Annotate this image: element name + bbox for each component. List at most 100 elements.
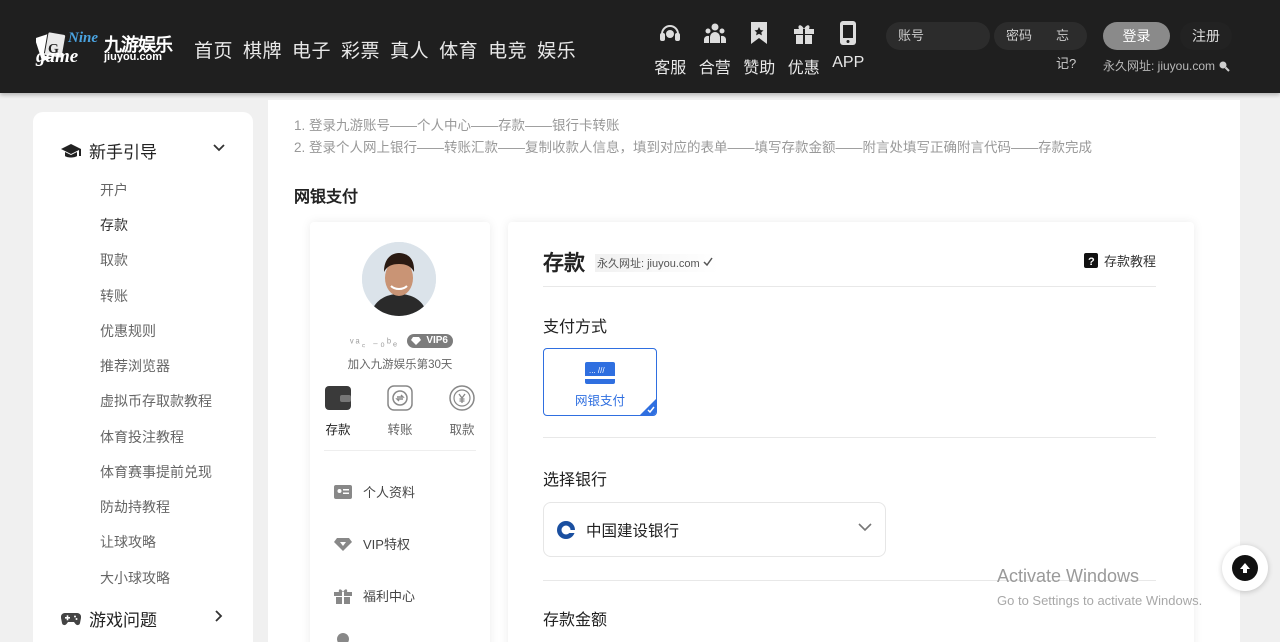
arrow-up-icon (1232, 555, 1258, 581)
bookmark-icon (746, 20, 772, 46)
deposit-amount-label: 存款金额 (543, 612, 608, 629)
gamepad-icon (61, 612, 81, 625)
forgot-password-link[interactable]: 忘记? (1056, 22, 1076, 78)
section-newbie-guide-label: 新手引导 (89, 143, 157, 162)
action-transfer-label: 转账 (387, 423, 413, 437)
account-input[interactable]: 账号 (886, 22, 990, 50)
action-withdraw[interactable]: 取款 (442, 385, 482, 438)
menu-vip-label: VIP特权 (363, 537, 410, 552)
profile-divider (324, 450, 476, 451)
gift-icon (334, 588, 352, 604)
payment-option-netbank[interactable]: ... /// 网银支付 (543, 348, 657, 416)
sidebar-item-sports-betting[interactable]: 体育投注教程 (100, 427, 184, 447)
phone-icon (835, 20, 861, 46)
quick-app[interactable]: APP (826, 20, 871, 78)
quick-sponsor[interactable]: 赞助 (737, 20, 782, 78)
nav-chess[interactable]: 棋牌 (243, 36, 282, 63)
sidebar-item-cash-out[interactable]: 体育赛事提前兑现 (100, 462, 212, 482)
section-game-issues[interactable]: 游戏问题 (61, 606, 223, 631)
action-deposit[interactable]: 存款 (318, 385, 358, 438)
menu-personal-info-label: 个人资料 (363, 485, 416, 500)
section-game-issues-label: 游戏问题 (89, 611, 157, 630)
step-2: 2. 登录个人网上银行——转账汇款——复制收款人信息，填到对应的表单——填写存款… (294, 140, 1093, 155)
username: ᵛᵃ꜀ ₋₀ᵇₑ (350, 337, 400, 349)
bank-select[interactable]: 中国建设银行 (543, 502, 886, 557)
menu-personal-info[interactable]: 个人资料 (334, 482, 415, 501)
sidebar-item-promo-rules[interactable]: 优惠规则 (100, 321, 156, 341)
action-withdraw-label: 取款 (449, 423, 475, 437)
sidebar-item-deposit[interactable]: 存款 (100, 215, 128, 235)
logo-nine: Nine (68, 30, 98, 46)
yen-icon (449, 385, 475, 411)
diamond-icon (334, 537, 352, 551)
user-avatar (362, 242, 436, 316)
nav-slots[interactable]: 电子 (292, 36, 331, 63)
section-newbie-guide[interactable]: 新手引导 (61, 138, 225, 163)
sidebar-item-transfer[interactable]: 转账 (100, 286, 128, 306)
ccb-logo-icon (557, 520, 575, 539)
deposit-tutorial-link[interactable]: ? 存款教程 (1084, 251, 1156, 270)
payment-method-label: 支付方式 (543, 319, 608, 336)
action-transfer[interactable]: 转账 (380, 385, 420, 438)
content-panel: 1. 登录九游账号——个人中心——存款——银行卡转账 2. 登录个人网上银行——… (268, 100, 1240, 642)
nav-lottery[interactable]: 彩票 (341, 36, 380, 63)
selected-check-icon (647, 406, 655, 414)
login-button[interactable]: 登录 (1103, 22, 1170, 50)
divider-1 (543, 286, 1156, 287)
menu-vip[interactable]: VIP特权 (334, 534, 410, 553)
sidebar-item-open-account[interactable]: 开户 (100, 180, 128, 200)
join-days: 加入九游娱乐第30天 (347, 359, 453, 371)
site-logo[interactable]: G Nine game 九游娱乐 jiuyou.com (36, 27, 173, 69)
wallet-icon (325, 385, 351, 411)
windows-activation-watermark: Activate Windows Go to Settings to activ… (997, 566, 1202, 608)
quick-support[interactable]: 客服 (648, 20, 693, 78)
divider-2 (543, 437, 1156, 438)
nav-entertainment[interactable]: 娱乐 (537, 36, 576, 63)
register-button[interactable]: 注册 (1180, 22, 1232, 50)
checkmark-icon (703, 257, 713, 267)
top-header: G Nine game 九游娱乐 jiuyou.com 首页 棋牌 电子 彩票 … (0, 0, 1280, 93)
sidebar-item-crypto-guide[interactable]: 虚拟币存取款教程 (100, 391, 212, 411)
sidebar-item-browser[interactable]: 推荐浏览器 (100, 356, 170, 376)
logo-domain: jiuyou.com (104, 51, 163, 63)
back-to-top-button[interactable] (1222, 545, 1268, 591)
search-icon (1219, 61, 1230, 72)
bank-card-icon: ... /// (585, 362, 615, 384)
more-icon (337, 633, 349, 642)
nav-home[interactable]: 首页 (194, 36, 233, 63)
menu-welfare[interactable]: 福利中心 (334, 586, 415, 605)
nav-sports[interactable]: 体育 (439, 36, 478, 63)
transfer-icon (387, 385, 413, 411)
selected-bank-name: 中国建设银行 (586, 522, 680, 540)
main-nav: 首页 棋牌 电子 彩票 真人 体育 电竞 娱乐 (194, 36, 576, 63)
headset-icon (657, 20, 683, 46)
quick-sponsor-label: 赞助 (743, 60, 776, 77)
quick-promo[interactable]: 优惠 (782, 20, 827, 78)
deposit-perm-url: 永久网址: jiuyou.com (595, 254, 719, 272)
quick-partner-label: 合营 (698, 60, 731, 77)
vip-badge: VIP6 (407, 334, 453, 348)
deposit-perm-url-text: 永久网址: jiuyou.com (597, 258, 700, 270)
deposit-tutorial-label: 存款教程 (1104, 254, 1157, 269)
activation-title: Activate Windows (997, 566, 1140, 586)
svg-text:... ///: ... /// (589, 366, 605, 375)
menu-more[interactable] (334, 632, 352, 642)
vip-level: VIP6 (426, 335, 448, 346)
permanent-url-text: 永久网址: jiuyou.com (1103, 59, 1216, 73)
permanent-url: 永久网址: jiuyou.com (1103, 57, 1230, 74)
vip-diamond-icon (411, 337, 421, 345)
menu-welfare-label: 福利中心 (363, 589, 416, 604)
sidebar-item-over-under[interactable]: 大小球攻略 (100, 568, 170, 588)
help-book-icon: ? (1084, 253, 1098, 268)
people-icon (702, 20, 728, 46)
nav-live[interactable]: 真人 (390, 36, 429, 63)
sidebar-item-anti-hijack[interactable]: 防劫持教程 (100, 497, 170, 517)
quick-app-label: APP (832, 54, 865, 71)
quick-links: 客服 合营 赞助 优惠 APP (648, 20, 871, 78)
sidebar-item-handicap[interactable]: 让球攻略 (100, 532, 156, 552)
logo-game: game (36, 46, 79, 67)
svg-text:?: ? (1088, 256, 1095, 268)
nav-esports[interactable]: 电竞 (488, 36, 527, 63)
quick-partner[interactable]: 合营 (693, 20, 738, 78)
sidebar-item-withdraw[interactable]: 取款 (100, 250, 128, 270)
